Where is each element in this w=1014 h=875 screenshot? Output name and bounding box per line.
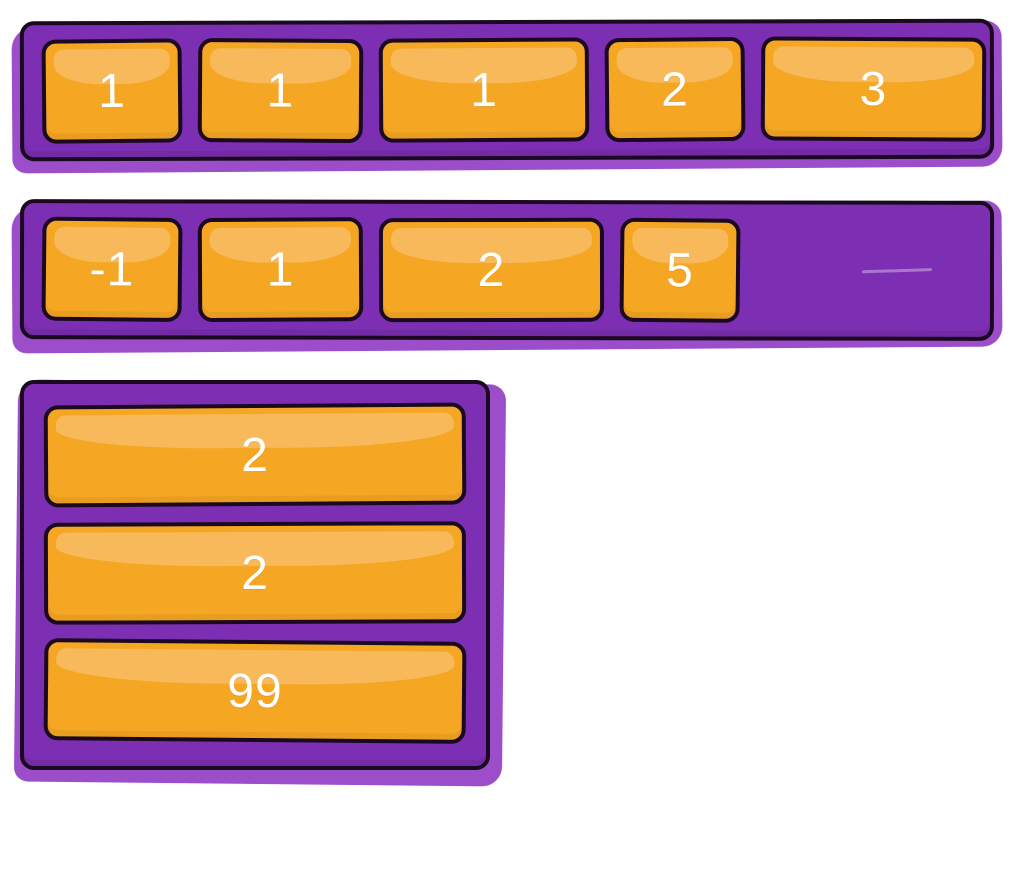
cell-value: 2 — [661, 62, 689, 117]
cell-value: 5 — [666, 243, 694, 298]
cell-value: 2 — [241, 545, 269, 600]
array-column: 2 2 99 — [20, 380, 490, 770]
array-row-2-cell: -1 — [41, 217, 182, 322]
cell-value: 1 — [266, 242, 294, 297]
cell-value: 2 — [241, 427, 269, 482]
cell-value: 1 — [98, 63, 126, 118]
cell-value: 2 — [478, 242, 506, 297]
cell-value: 99 — [227, 663, 283, 718]
array-row-2-cell: 5 — [619, 218, 740, 323]
cell-value: 1 — [266, 63, 294, 118]
array-row-1-cell: 2 — [605, 37, 746, 142]
array-column-cell: 2 — [44, 403, 467, 508]
cell-value: 1 — [470, 62, 498, 117]
cell-value: 3 — [859, 61, 887, 116]
array-row-2-cell: 1 — [198, 217, 364, 322]
array-column-cell: 99 — [44, 638, 467, 744]
array-row-1-container: 1 1 1 2 3 — [20, 20, 994, 160]
array-row-2-container: -1 1 2 5 — [20, 200, 994, 340]
array-row-1-cell: 1 — [379, 37, 590, 142]
cell-value: -1 — [89, 242, 134, 297]
array-row-1-cell: 1 — [42, 38, 183, 143]
array-row-1-cell: 3 — [761, 36, 987, 141]
array-row-1-cell: 1 — [198, 38, 364, 143]
array-column-cell: 2 — [44, 521, 466, 624]
array-row-1: 1 1 1 2 3 — [20, 19, 994, 162]
diagram-canvas: 1 1 1 2 3 -1 1 2 — [20, 20, 994, 855]
array-column-container: 2 2 99 — [20, 380, 490, 770]
array-row-2: -1 1 2 5 — [20, 199, 994, 341]
array-row-2-cell: 2 — [379, 218, 604, 322]
